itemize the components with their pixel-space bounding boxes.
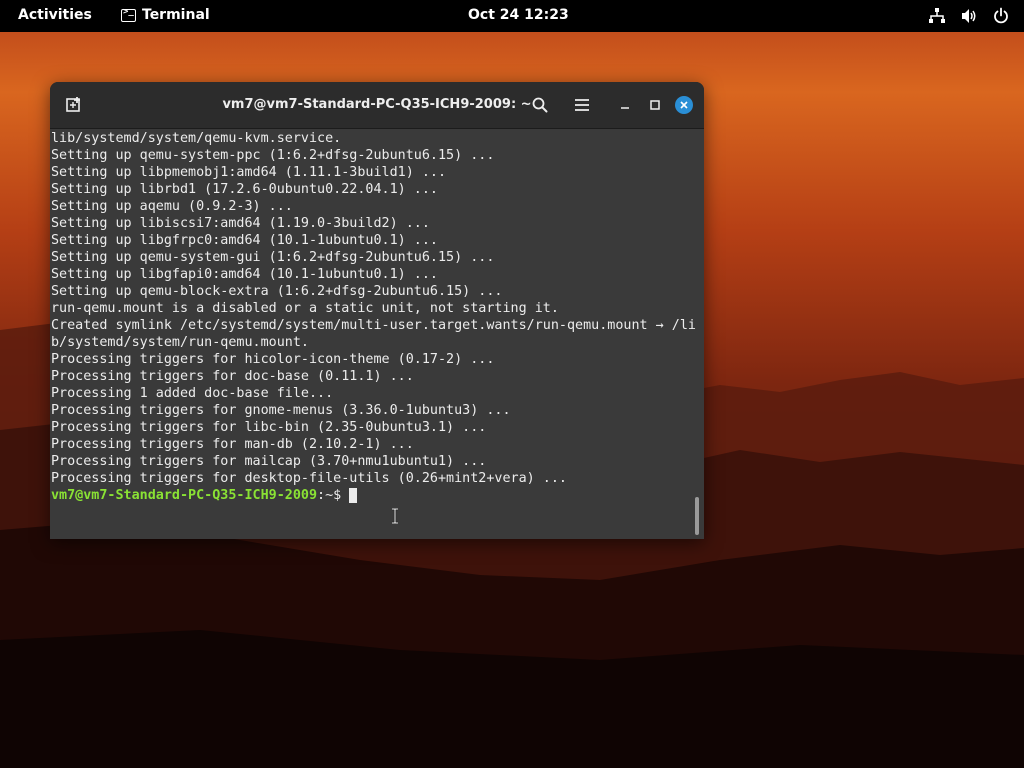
app-menu-label: Terminal	[142, 7, 210, 23]
network-icon[interactable]	[928, 7, 946, 25]
maximize-icon	[650, 100, 660, 110]
terminal-line: Setting up libiscsi7:amd64 (1.19.0-3buil…	[51, 216, 430, 231]
top-bar: Activities >_ Terminal Oct 24 12:23	[0, 0, 1024, 32]
terminal-line: Processing triggers for doc-base (0.11.1…	[51, 369, 414, 384]
terminal-line: Processing 1 added doc-base file...	[51, 386, 334, 401]
terminal-line: lib/systemd/system/qemu-kvm.service.	[51, 131, 342, 146]
activities-button[interactable]: Activities	[18, 7, 92, 23]
terminal-line: Setting up librbd1 (17.2.6-0ubuntu0.22.0…	[51, 182, 438, 197]
volume-icon[interactable]	[960, 7, 978, 25]
window-title: vm7@vm7-Standard-PC-Q35-ICH9-2009: ~	[222, 97, 532, 112]
terminal-window[interactable]: vm7@vm7-Standard-PC-Q35-ICH9-2009: ~ lib…	[50, 82, 704, 539]
terminal-line: run-qemu.mount is a disabled or a static…	[51, 301, 559, 316]
terminal-cursor	[349, 488, 358, 503]
close-button[interactable]	[675, 96, 693, 114]
clock[interactable]: Oct 24 12:23	[468, 7, 569, 23]
close-icon	[680, 101, 688, 109]
terminal-output: lib/systemd/system/qemu-kvm.service. Sett…	[51, 130, 696, 504]
search-icon	[532, 97, 548, 113]
terminal-line: Setting up qemu-system-ppc (1:6.2+dfsg-2…	[51, 148, 495, 163]
hamburger-menu-button[interactable]	[571, 94, 593, 116]
prompt-line[interactable]: vm7@vm7-Standard-PC-Q35-ICH9-2009:~$	[51, 487, 696, 504]
terminal-line: Processing triggers for desktop-file-uti…	[51, 471, 567, 486]
terminal-line: Created symlink /etc/systemd/system/mult…	[51, 318, 696, 333]
hamburger-icon	[575, 99, 589, 111]
maximize-button[interactable]	[644, 94, 666, 116]
minimize-button[interactable]	[614, 94, 636, 116]
terminal-line: Setting up libgfrpc0:amd64 (10.1-1ubuntu…	[51, 233, 438, 248]
new-tab-icon[interactable]	[64, 95, 84, 115]
power-icon[interactable]	[992, 7, 1010, 25]
terminal-line: Setting up aqemu (0.9.2-3) ...	[51, 199, 293, 214]
terminal-line: Setting up libpmemobj1:amd64 (1.11.1-3bu…	[51, 165, 447, 180]
terminal-line: Setting up qemu-system-gui (1:6.2+dfsg-2…	[51, 250, 495, 265]
app-menu-terminal[interactable]: >_ Terminal	[121, 7, 210, 23]
terminal-line: Processing triggers for libc-bin (2.35-0…	[51, 420, 487, 435]
system-tray[interactable]	[928, 7, 1010, 25]
desktop: Activities >_ Terminal Oct 24 12:23 vm7@…	[0, 0, 1024, 768]
minimize-icon	[621, 107, 629, 109]
terminal-line: Processing triggers for gnome-menus (3.3…	[51, 403, 511, 418]
terminal-line: Processing triggers for man-db (2.10.2-1…	[51, 437, 414, 452]
terminal-app-icon: >_	[121, 7, 136, 22]
terminal-line: Setting up qemu-block-extra (1:6.2+dfsg-…	[51, 284, 503, 299]
prompt-user-host: vm7@vm7-Standard-PC-Q35-ICH9-2009	[51, 488, 318, 503]
scrollbar[interactable]	[695, 497, 699, 535]
text-cursor-icon	[392, 508, 398, 524]
terminal-headerbar[interactable]: vm7@vm7-Standard-PC-Q35-ICH9-2009: ~	[50, 82, 704, 129]
terminal-line: Processing triggers for mailcap (3.70+nm…	[51, 454, 487, 469]
terminal-line: b/systemd/system/run-qemu.mount.	[51, 335, 309, 350]
search-button[interactable]	[529, 94, 551, 116]
terminal-line: Processing triggers for hicolor-icon-the…	[51, 352, 495, 367]
terminal-body[interactable]: lib/systemd/system/qemu-kvm.service. Sett…	[50, 129, 704, 539]
prompt-path-symbol: :~$	[317, 488, 350, 503]
terminal-line: Setting up libgfapi0:amd64 (10.1-1ubuntu…	[51, 267, 438, 282]
